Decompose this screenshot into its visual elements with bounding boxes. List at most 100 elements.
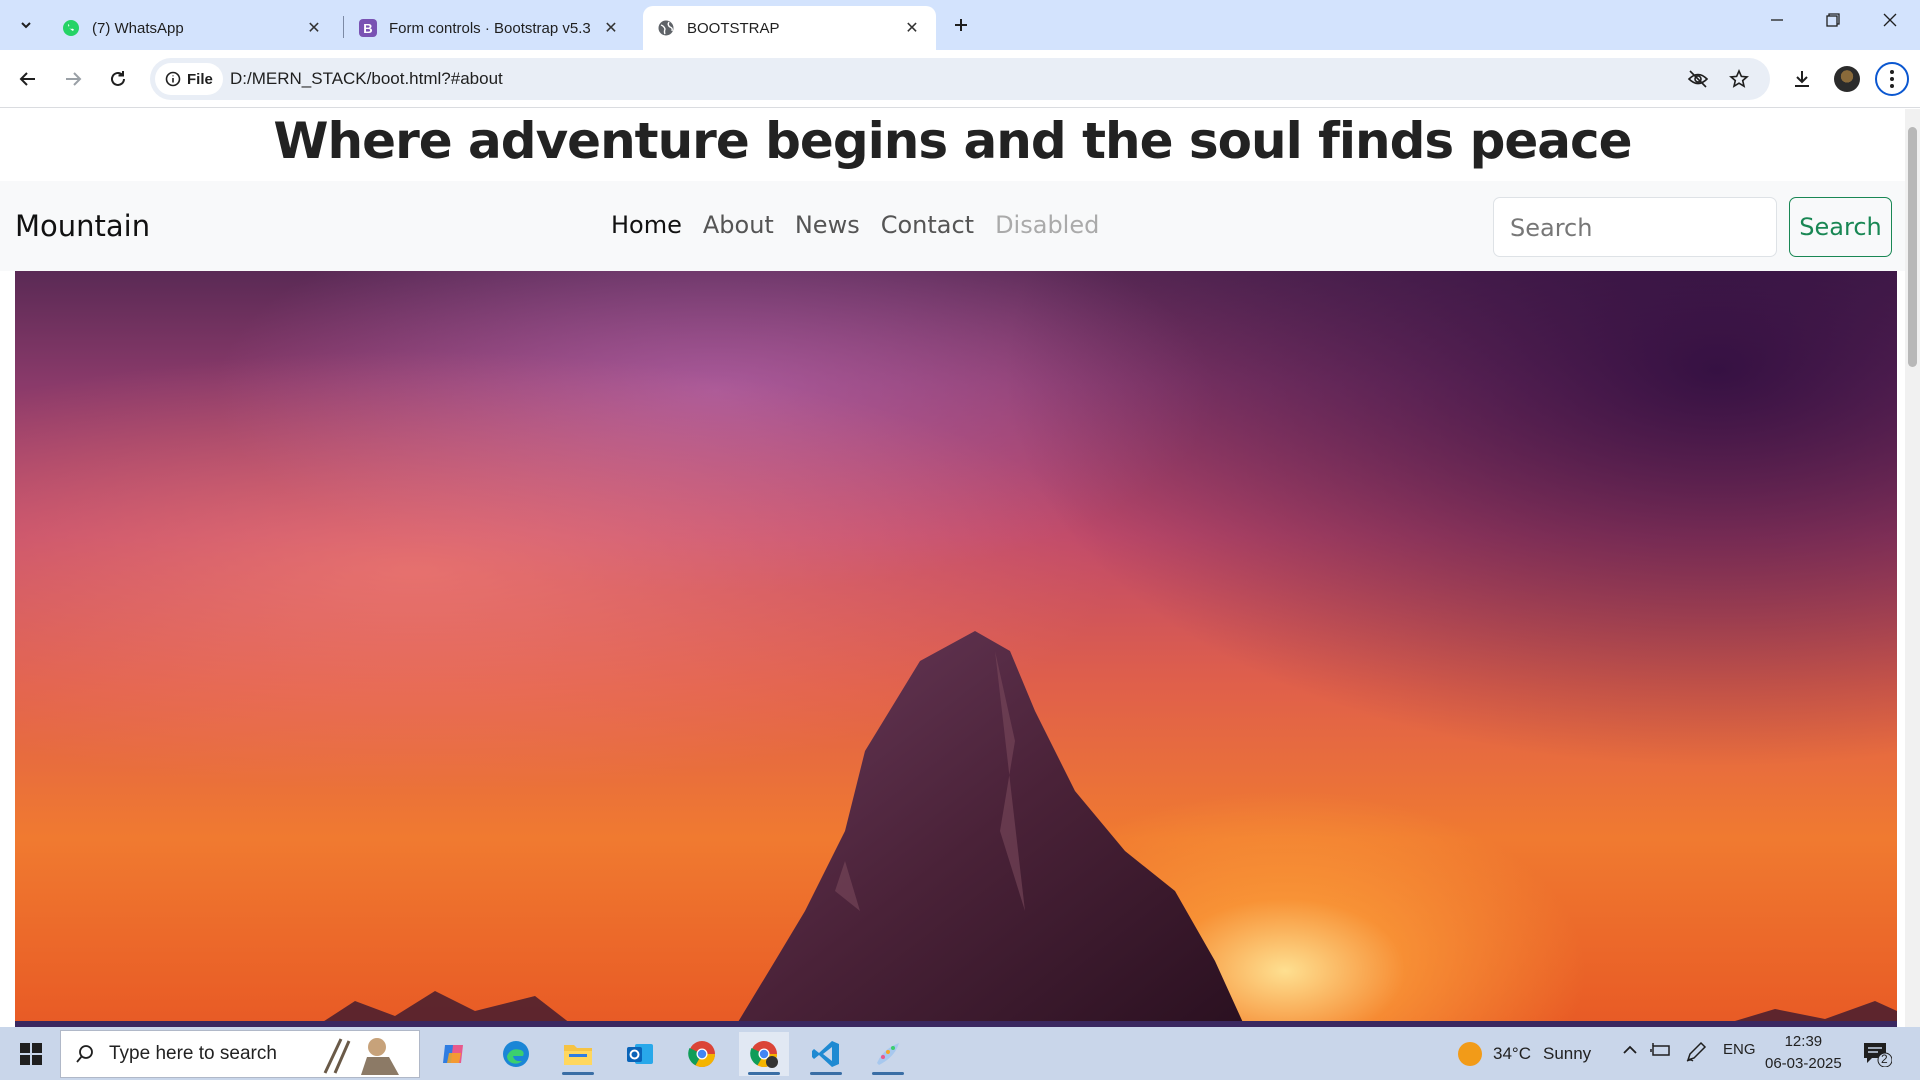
close-icon[interactable]: ✕ [902,18,922,38]
chrome-icon [688,1041,716,1068]
pen-menu[interactable] [1685,1041,1707,1063]
nav-link-news[interactable]: News [795,211,860,239]
clock-date: 06-03-2025 [1765,1055,1842,1072]
tab-separator [343,16,344,38]
tab-whatsapp[interactable]: (7) WhatsApp ✕ [48,6,338,50]
weather-condition: Sunny [1542,1044,1592,1063]
copilot-icon [443,1045,463,1063]
browser-menu-button[interactable] [1875,62,1909,96]
profile-button[interactable] [1830,62,1864,96]
more-vert-icon [1890,70,1894,88]
notification-center-button[interactable]: 2 [1862,1041,1893,1068]
restore-icon [1826,13,1840,27]
edge-app[interactable] [491,1032,541,1076]
bootstrap-icon: B [359,19,377,37]
downloads-button[interactable] [1785,62,1819,96]
chrome-icon [750,1041,778,1068]
browser-toolbar: File D:/MERN_STACK/boot.html?#about [0,50,1920,108]
sun-icon [1458,1042,1482,1066]
arrow-left-icon [19,72,35,86]
taskbar-search[interactable]: Type here to search [60,1030,420,1078]
file-explorer-app[interactable] [553,1032,603,1076]
outlook-icon [627,1044,653,1064]
copilot-app[interactable] [429,1032,479,1076]
tab-search-button[interactable] [10,10,42,40]
running-indicator [562,1072,594,1075]
eye-off-icon[interactable] [1685,66,1711,92]
download-icon [1795,71,1809,87]
paint-app[interactable] [863,1032,913,1076]
star-icon[interactable] [1726,66,1752,92]
chrome-app[interactable] [677,1032,727,1076]
input-language[interactable]: ENG [1723,1041,1756,1058]
scrollbar-thumb[interactable] [1908,127,1917,367]
tab-title: (7) WhatsApp [92,19,184,37]
back-button[interactable] [11,62,45,96]
forward-button[interactable] [56,62,90,96]
info-icon [165,71,181,87]
chevron-down-icon [21,22,31,29]
running-indicator [810,1072,842,1075]
chrome-profile-app[interactable] [739,1032,789,1076]
tab-title: BOOTSTRAP [687,19,780,37]
edge-icon [503,1041,529,1067]
avatar [1834,66,1860,92]
site-navbar: Mountain Home About News Contact Disable… [0,181,1905,271]
tab-bootstrap-active[interactable]: BOOTSTRAP ✕ [643,6,936,50]
outlook-app[interactable] [615,1032,665,1076]
running-indicator [872,1072,904,1075]
web-page: Where adventure begins and the soul find… [0,109,1905,1027]
minimize-button[interactable] [1749,0,1805,40]
arrow-right-icon [66,72,82,86]
restore-button[interactable] [1805,0,1861,40]
minimize-icon [1771,19,1783,21]
tab-strip: (7) WhatsApp ✕ B Form controls · Bootstr… [0,0,1920,50]
clock-time: 12:39 [1784,1033,1823,1050]
taskbar-search-placeholder: Type here to search [109,1043,277,1064]
nav-links: Home About News Contact Disabled [611,211,1099,239]
site-info-chip[interactable]: File [155,63,223,95]
system-clock[interactable]: 12:39 06-03-2025 [1765,1031,1842,1075]
mountain-silhouette [15,631,1897,1027]
weather-widget[interactable]: 34°C Sunny [1457,1041,1591,1067]
search-button[interactable]: Search [1789,197,1892,257]
address-bar[interactable]: File D:/MERN_STACK/boot.html?#about [150,58,1770,100]
nav-link-about[interactable]: About [703,211,774,239]
search-input[interactable]: Search [1493,197,1777,257]
svg-text:B: B [363,21,372,36]
show-hidden-icons-button[interactable] [1621,1041,1639,1059]
running-indicator [748,1072,780,1075]
close-window-button[interactable] [1862,0,1918,40]
weather-temp: 34°C [1493,1044,1531,1063]
whatsapp-icon [62,19,80,37]
navbar-brand[interactable]: Mountain [15,209,150,243]
site-info-label: File [187,70,213,88]
plus-icon [955,19,967,31]
close-icon[interactable]: ✕ [601,18,621,38]
tab-bootstrap-docs[interactable]: B Form controls · Bootstrap v5.3 ✕ [345,6,635,50]
folder-icon [564,1045,592,1065]
nav-link-disabled: Disabled [995,211,1100,239]
nav-link-home[interactable]: Home [611,211,682,239]
search-highlight-icon [323,1038,399,1075]
vscode-app[interactable] [801,1032,851,1076]
taskbar: Type here to search 34°C Sunny ENG 12:39… [0,1027,1920,1080]
chevron-up-icon [1623,1045,1637,1054]
battery-status[interactable] [1650,1041,1672,1059]
paint-brush-icon [877,1043,899,1065]
nav-link-contact[interactable]: Contact [881,211,974,239]
vscode-icon [812,1041,839,1067]
page-scrollbar[interactable] [1905,109,1920,1027]
battery-icon [1650,1043,1670,1056]
pen-icon [1686,1041,1707,1062]
start-button[interactable] [8,1035,54,1073]
windows-icon [20,1043,42,1065]
reload-button[interactable] [101,62,135,96]
url-text[interactable]: D:/MERN_STACK/boot.html?#about [230,69,503,89]
tab-title: Form controls · Bootstrap v5.3 [389,19,591,37]
close-icon[interactable]: ✕ [304,18,324,38]
close-icon [1883,13,1897,27]
new-tab-button[interactable] [945,10,977,40]
mountain-sunset-image [15,271,1897,1027]
globe-icon [657,19,675,37]
